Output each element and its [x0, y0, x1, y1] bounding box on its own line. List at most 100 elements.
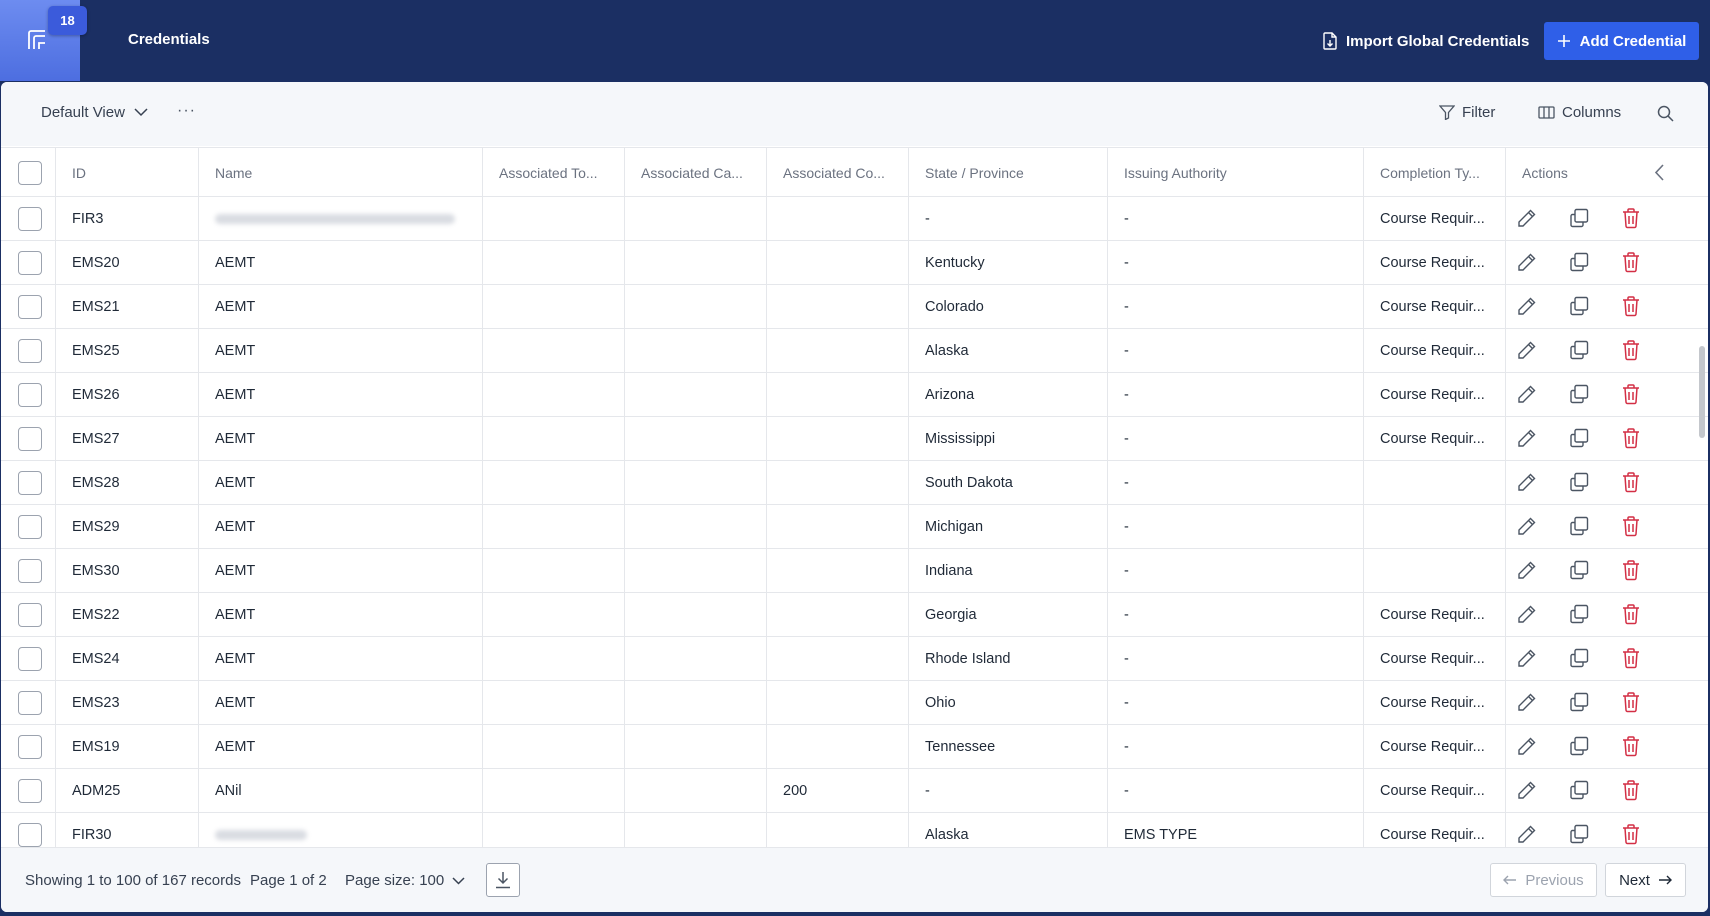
edit-icon[interactable]: [1516, 251, 1538, 277]
trash-icon[interactable]: [1621, 647, 1641, 673]
row-checkbox[interactable]: [18, 338, 42, 363]
copy-icon[interactable]: [1568, 559, 1590, 585]
filter-button[interactable]: Filter: [1439, 104, 1495, 121]
edit-icon[interactable]: [1516, 339, 1538, 365]
trash-icon[interactable]: [1621, 471, 1641, 497]
row-checkbox[interactable]: [18, 426, 42, 451]
table-row[interactable]: ADM25 ANil 200- - Course Requir...: [1, 769, 1708, 813]
edit-icon[interactable]: [1516, 427, 1538, 453]
notification-badge[interactable]: 18: [48, 6, 87, 35]
page-size-select[interactable]: Page size: 100: [345, 872, 465, 889]
row-checkbox[interactable]: [18, 382, 42, 407]
row-checkbox[interactable]: [18, 470, 42, 495]
copy-icon[interactable]: [1568, 427, 1590, 453]
table-row[interactable]: EMS25 AEMT Alaska - Course Requir...: [1, 329, 1708, 373]
copy-icon[interactable]: [1568, 339, 1590, 365]
trash-icon[interactable]: [1621, 339, 1641, 365]
table-row[interactable]: EMS28 AEMT South Dakota -: [1, 461, 1708, 505]
view-selector[interactable]: Default View: [41, 104, 148, 121]
collapse-icon[interactable]: [1654, 164, 1664, 181]
next-page-button[interactable]: Next: [1605, 863, 1686, 897]
trash-icon[interactable]: [1621, 251, 1641, 277]
row-checkbox[interactable]: [18, 646, 42, 671]
copy-icon[interactable]: [1568, 515, 1590, 541]
row-checkbox[interactable]: [18, 690, 42, 715]
table-row[interactable]: FIR3- - Course Requir...: [1, 197, 1708, 241]
edit-icon[interactable]: [1516, 559, 1538, 585]
table-row[interactable]: EMS22 AEMT Georgia - Course Requir...: [1, 593, 1708, 637]
edit-icon[interactable]: [1516, 207, 1538, 233]
table-scrollbar[interactable]: [1699, 346, 1705, 438]
copy-icon[interactable]: [1568, 647, 1590, 673]
table-row[interactable]: EMS20 AEMT Kentucky - Course Requir...: [1, 241, 1708, 285]
copy-icon[interactable]: [1568, 779, 1590, 805]
trash-icon[interactable]: [1621, 295, 1641, 321]
trash-icon[interactable]: [1621, 691, 1641, 717]
row-checkbox[interactable]: [18, 778, 42, 803]
add-credential-button[interactable]: Add Credential: [1544, 22, 1699, 60]
copy-icon[interactable]: [1568, 603, 1590, 629]
header-state-province[interactable]: State / Province: [909, 148, 1108, 197]
header-associated-co[interactable]: Associated Co...: [767, 148, 909, 197]
select-all-checkbox[interactable]: [18, 160, 42, 185]
previous-page-button[interactable]: Previous: [1490, 863, 1597, 897]
edit-icon[interactable]: [1516, 735, 1538, 761]
row-checkbox[interactable]: [18, 822, 42, 847]
table-row[interactable]: EMS21 AEMT Colorado - Course Requir...: [1, 285, 1708, 329]
table-row[interactable]: EMS29 AEMT Michigan -: [1, 505, 1708, 549]
row-checkbox[interactable]: [18, 734, 42, 759]
trash-icon[interactable]: [1621, 779, 1641, 805]
edit-icon[interactable]: [1516, 647, 1538, 673]
header-id[interactable]: ID: [56, 148, 199, 197]
search-button[interactable]: [1657, 105, 1674, 127]
edit-icon[interactable]: [1516, 691, 1538, 717]
search-icon: [1657, 105, 1674, 122]
row-checkbox[interactable]: [18, 206, 42, 231]
more-options-button[interactable]: ···: [177, 102, 196, 120]
edit-icon[interactable]: [1516, 603, 1538, 629]
row-checkbox[interactable]: [18, 558, 42, 583]
trash-icon[interactable]: [1621, 559, 1641, 585]
edit-icon[interactable]: [1516, 471, 1538, 497]
copy-icon[interactable]: [1568, 295, 1590, 321]
edit-icon[interactable]: [1516, 515, 1538, 541]
row-checkbox[interactable]: [18, 294, 42, 319]
copy-icon[interactable]: [1568, 251, 1590, 277]
copy-icon[interactable]: [1568, 691, 1590, 717]
row-checkbox[interactable]: [18, 250, 42, 275]
columns-button[interactable]: Columns: [1538, 104, 1621, 121]
table-row[interactable]: FIR30 Alaska EMS TYPE Course Requir...: [1, 813, 1708, 847]
copy-icon[interactable]: [1568, 383, 1590, 409]
copy-icon[interactable]: [1568, 207, 1590, 233]
edit-icon[interactable]: [1516, 383, 1538, 409]
edit-icon[interactable]: [1516, 295, 1538, 321]
copy-icon[interactable]: [1568, 735, 1590, 761]
trash-icon[interactable]: [1621, 515, 1641, 541]
table-row[interactable]: EMS19 AEMT Tennessee - Course Requir...: [1, 725, 1708, 769]
table-row[interactable]: EMS23 AEMT Ohio - Course Requir...: [1, 681, 1708, 725]
table-row[interactable]: EMS30 AEMT Indiana -: [1, 549, 1708, 593]
trash-icon[interactable]: [1621, 823, 1641, 847]
copy-icon[interactable]: [1568, 823, 1590, 847]
trash-icon[interactable]: [1621, 427, 1641, 453]
trash-icon[interactable]: [1621, 603, 1641, 629]
row-checkbox[interactable]: [18, 514, 42, 539]
header-associated-to[interactable]: Associated To...: [483, 148, 625, 197]
import-global-credentials-button[interactable]: Import Global Credentials: [1322, 27, 1529, 55]
table-row[interactable]: EMS27 AEMT Mississippi - Course Requir...: [1, 417, 1708, 461]
header-name[interactable]: Name: [199, 148, 483, 197]
row-checkbox[interactable]: [18, 602, 42, 627]
copy-icon[interactable]: [1568, 471, 1590, 497]
trash-icon[interactable]: [1621, 735, 1641, 761]
edit-icon[interactable]: [1516, 779, 1538, 805]
header-completion-type[interactable]: Completion Ty...: [1364, 148, 1506, 197]
table-row[interactable]: EMS24 AEMT Rhode Island - Course Requir...: [1, 637, 1708, 681]
edit-icon[interactable]: [1516, 823, 1538, 847]
header-issuing-authority[interactable]: Issuing Authority: [1108, 148, 1364, 197]
header-associated-ca[interactable]: Associated Ca...: [625, 148, 767, 197]
trash-icon[interactable]: [1621, 383, 1641, 409]
table-row[interactable]: EMS26 AEMT Arizona - Course Requir...: [1, 373, 1708, 417]
app-logo[interactable]: 18: [0, 0, 87, 81]
download-button[interactable]: [486, 863, 520, 897]
trash-icon[interactable]: [1621, 207, 1641, 233]
